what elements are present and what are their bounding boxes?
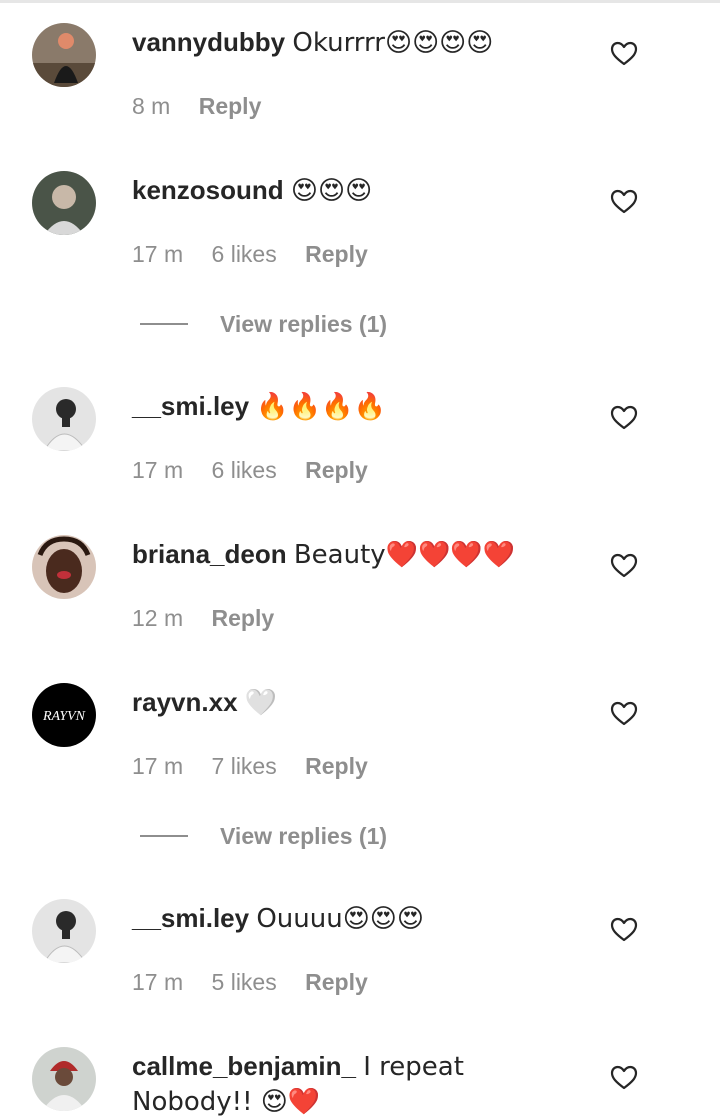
avatar-logo-text: RAYVN bbox=[42, 709, 86, 724]
comment-text: 🤍 bbox=[244, 688, 278, 718]
comment-body: vannydubby Okurrrr😍😍😍😍 bbox=[132, 25, 582, 60]
comment-username[interactable]: __smi.ley bbox=[132, 391, 249, 421]
heart-outline-icon[interactable] bbox=[608, 697, 640, 729]
avatar[interactable] bbox=[32, 535, 96, 599]
view-replies-button[interactable]: View replies (1) bbox=[140, 820, 540, 852]
heart-outline-icon[interactable] bbox=[608, 1061, 640, 1093]
comment-likes[interactable]: 5 likes bbox=[212, 966, 277, 998]
view-replies-divider bbox=[140, 323, 188, 325]
heart-outline-icon[interactable] bbox=[608, 913, 640, 945]
avatar[interactable] bbox=[32, 1047, 96, 1111]
comment-meta: 17 m 7 likes Reply bbox=[132, 750, 390, 782]
avatar[interactable] bbox=[32, 23, 96, 87]
view-replies-divider bbox=[140, 835, 188, 837]
comment-meta: 17 m 5 likes Reply bbox=[132, 966, 390, 998]
comment-username[interactable]: callme_benjamin_ bbox=[132, 1051, 356, 1081]
comment-username[interactable]: rayvn.xx bbox=[132, 687, 238, 717]
comment-body: __smi.ley Ouuuu😍😍😍 bbox=[132, 901, 582, 936]
comment-meta: 17 m 6 likes Reply bbox=[132, 238, 390, 270]
heart-outline-icon[interactable] bbox=[608, 549, 640, 581]
comment-likes[interactable]: 6 likes bbox=[212, 238, 277, 270]
comment-time: 17 m bbox=[132, 241, 184, 267]
comments-screen: vannydubby Okurrrr😍😍😍😍 8 m Reply kenzoso… bbox=[0, 0, 720, 1117]
comment-text: 🔥🔥🔥🔥 bbox=[256, 392, 386, 422]
view-replies-button[interactable]: View replies (1) bbox=[140, 308, 540, 340]
comment-meta: 12 m Reply bbox=[132, 602, 296, 634]
view-replies-label[interactable]: View replies (1) bbox=[220, 308, 387, 340]
comment-meta: 8 m Reply bbox=[132, 90, 283, 122]
comment-body: kenzosound 😍😍😍 bbox=[132, 173, 582, 208]
comment-username[interactable]: __smi.ley bbox=[132, 903, 249, 933]
comment-time: 12 m bbox=[132, 605, 184, 631]
avatar[interactable] bbox=[32, 171, 96, 235]
reply-button[interactable]: Reply bbox=[305, 238, 368, 270]
reply-button[interactable]: Reply bbox=[305, 454, 368, 486]
comment-time: 17 m bbox=[132, 457, 184, 483]
comment-body: briana_deon Beauty❤️❤️❤️❤️ bbox=[132, 537, 582, 572]
comment-likes[interactable]: 7 likes bbox=[212, 750, 277, 782]
comment-time: 17 m bbox=[132, 753, 184, 779]
heart-outline-icon[interactable] bbox=[608, 37, 640, 69]
comment-body: rayvn.xx 🤍 bbox=[132, 685, 582, 720]
comment-meta: 17 m 6 likes Reply bbox=[132, 454, 390, 486]
comment-text: Ouuuu😍😍😍 bbox=[256, 904, 425, 934]
reply-button[interactable]: Reply bbox=[199, 90, 262, 122]
heart-outline-icon[interactable] bbox=[608, 185, 640, 217]
avatar[interactable] bbox=[32, 387, 96, 451]
reply-button[interactable]: Reply bbox=[212, 602, 275, 634]
comment-text: 😍😍😍 bbox=[290, 176, 373, 206]
avatar[interactable]: RAYVN bbox=[32, 683, 96, 747]
comment-username[interactable]: kenzosound bbox=[132, 175, 284, 205]
reply-button[interactable]: Reply bbox=[305, 966, 368, 998]
comment-text: Okurrrr😍😍😍😍 bbox=[292, 28, 494, 58]
comment-time: 17 m bbox=[132, 969, 184, 995]
reply-button[interactable]: Reply bbox=[305, 750, 368, 782]
comment-body: __smi.ley 🔥🔥🔥🔥 bbox=[132, 389, 582, 424]
top-divider bbox=[0, 0, 720, 3]
comment-username[interactable]: briana_deon bbox=[132, 539, 287, 569]
comment-body: callme_benjamin_ I repeat Nobody!! 😍❤️ bbox=[132, 1049, 582, 1117]
comment-text: Beauty❤️❤️❤️❤️ bbox=[293, 540, 516, 570]
heart-outline-icon[interactable] bbox=[608, 401, 640, 433]
comment-time: 8 m bbox=[132, 93, 171, 119]
view-replies-label[interactable]: View replies (1) bbox=[220, 820, 387, 852]
comment-username[interactable]: vannydubby bbox=[132, 27, 285, 57]
comment-likes[interactable]: 6 likes bbox=[212, 454, 277, 486]
avatar[interactable] bbox=[32, 899, 96, 963]
